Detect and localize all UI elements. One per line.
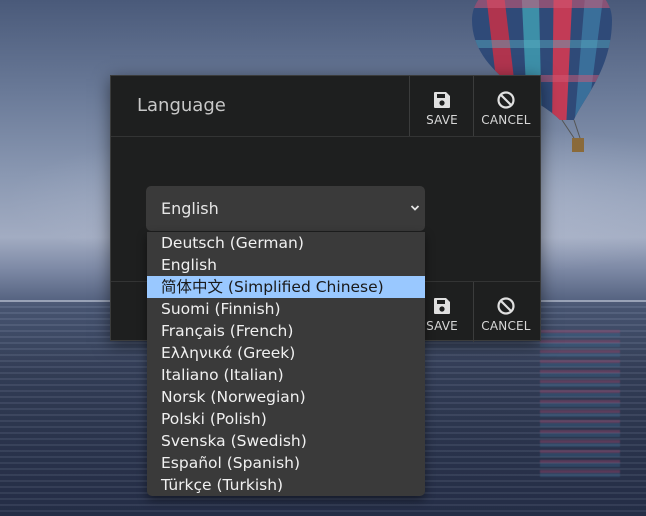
language-option[interactable]: Deutsch (German) bbox=[147, 232, 425, 254]
cancel-label: CANCEL bbox=[481, 113, 531, 127]
footer-cancel-label: CANCEL bbox=[481, 319, 531, 333]
language-select-value: English bbox=[161, 199, 219, 218]
language-option[interactable]: Polski (Polish) bbox=[147, 408, 425, 430]
cancel-icon bbox=[497, 297, 515, 315]
chevron-down-icon bbox=[410, 205, 420, 211]
dialog-title: Language bbox=[137, 95, 226, 116]
language-option[interactable]: Español (Spanish) bbox=[147, 452, 425, 474]
balloon-reflection bbox=[540, 330, 620, 480]
save-icon bbox=[434, 92, 450, 108]
language-option[interactable]: 简体中文 (Simplified Chinese) bbox=[147, 276, 425, 298]
save-label: SAVE bbox=[426, 113, 458, 127]
cancel-icon bbox=[497, 91, 515, 109]
language-option[interactable]: English bbox=[147, 254, 425, 276]
language-option[interactable]: Français (French) bbox=[147, 320, 425, 342]
language-option[interactable]: Norsk (Norwegian) bbox=[147, 386, 425, 408]
save-icon bbox=[434, 298, 450, 314]
language-option[interactable]: Ελληνικά (Greek) bbox=[147, 342, 425, 364]
language-option[interactable]: Suomi (Finnish) bbox=[147, 298, 425, 320]
cancel-button[interactable]: CANCEL bbox=[473, 76, 537, 136]
desktop-background: Language SAVE CANCEL SAVE CANCEL English… bbox=[0, 0, 646, 516]
language-options-list: Deutsch (German) English 简体中文 (Simplified … bbox=[147, 232, 425, 496]
language-option[interactable]: Türkçe (Turkish) bbox=[147, 474, 425, 496]
save-button[interactable]: SAVE bbox=[409, 76, 473, 136]
language-option[interactable]: Svenska (Swedish) bbox=[147, 430, 425, 452]
language-option[interactable]: Italiano (Italian) bbox=[147, 364, 425, 386]
language-select[interactable]: English bbox=[146, 186, 425, 231]
dialog-header: Language SAVE CANCEL bbox=[111, 76, 540, 137]
footer-cancel-button[interactable]: CANCEL bbox=[473, 282, 537, 342]
